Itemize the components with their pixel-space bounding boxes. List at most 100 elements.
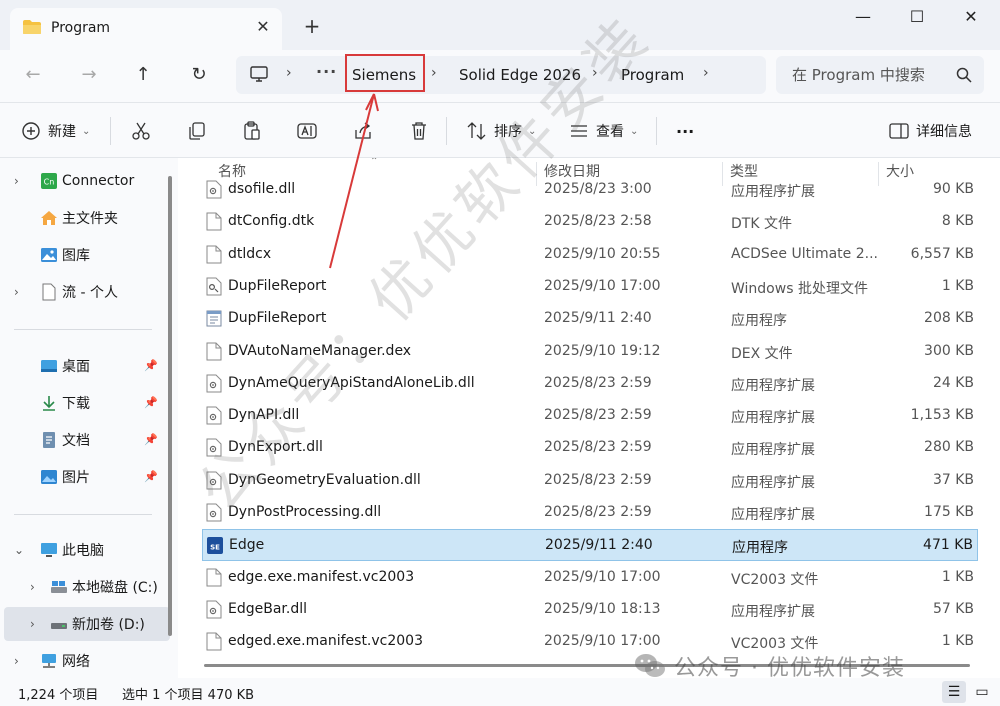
sidebar-item-pictures[interactable]: 图片 📌 bbox=[0, 460, 170, 494]
tab-title: Program bbox=[51, 20, 111, 36]
sidebar-item-downloads[interactable]: 下载 📌 bbox=[0, 386, 170, 420]
chevron-right-icon[interactable]: › bbox=[30, 580, 35, 594]
back-arrow-icon[interactable]: ← bbox=[20, 62, 46, 88]
file-name: EdgeBar.dll bbox=[228, 600, 308, 617]
trash-icon bbox=[412, 122, 426, 140]
tab-close-button[interactable]: ✕ bbox=[254, 18, 272, 36]
search-input[interactable] bbox=[776, 56, 956, 94]
chevron-right-icon[interactable]: › bbox=[703, 65, 709, 81]
file-icon bbox=[206, 632, 222, 651]
file-size: 37 KB bbox=[932, 471, 974, 488]
details-pane-button[interactable]: 详细信息 bbox=[888, 119, 972, 143]
file-row[interactable]: dtldcx 2025/9/10 20:55 ACDSee Ultimate 2..… bbox=[202, 239, 978, 271]
chevron-right-icon[interactable]: › bbox=[14, 654, 19, 668]
file-date: 2025/8/23 2:59 bbox=[544, 471, 652, 488]
sidebar-item-desktop[interactable]: 桌面 📌 bbox=[0, 349, 170, 383]
file-row[interactable]: DupFileReport 2025/9/10 17:00 Windows 批处理文… bbox=[202, 271, 978, 303]
sort-icon bbox=[467, 122, 486, 140]
close-window-button[interactable]: ✕ bbox=[956, 6, 986, 28]
dll-file-icon bbox=[206, 503, 222, 522]
file-row[interactable]: DynExport.dll 2025/8/23 2:59 应用程序扩展 280 KB bbox=[202, 432, 978, 464]
chevron-right-icon[interactable]: › bbox=[592, 65, 598, 81]
gallery-icon bbox=[41, 248, 57, 262]
chevron-down-icon[interactable]: ⌄ bbox=[14, 543, 24, 557]
file-row[interactable]: DupFileReport 2025/9/11 2:40 应用程序 208 KB bbox=[202, 303, 978, 335]
file-size: 1 KB bbox=[941, 633, 974, 650]
file-row[interactable]: DynAPI.dll 2025/8/23 2:59 应用程序扩展 1,153 KB bbox=[202, 400, 978, 432]
pin-icon[interactable]: 📌 bbox=[144, 359, 158, 373]
file-row[interactable]: DynGeometryEvaluation.dll 2025/8/23 2:59 应… bbox=[202, 465, 978, 497]
chevron-right-icon[interactable]: › bbox=[30, 617, 35, 631]
scissors-icon bbox=[132, 122, 150, 140]
rename-button[interactable] bbox=[296, 119, 318, 143]
sidebar-item-label: 桌面 bbox=[62, 359, 90, 375]
file-row[interactable]: DynAmeQueryApiStandAloneLib.dll 2025/8/23… bbox=[202, 368, 978, 400]
chevron-right-icon[interactable]: › bbox=[431, 65, 437, 81]
file-row[interactable]: SE Edge 2025/9/11 2:40 应用程序 471 KB bbox=[202, 529, 978, 562]
new-tab-button[interactable]: + bbox=[302, 16, 322, 37]
file-date: 2025/9/10 17:00 bbox=[544, 633, 661, 650]
minimize-button[interactable]: — bbox=[848, 6, 878, 28]
copy-button[interactable] bbox=[186, 119, 208, 143]
up-arrow-icon[interactable]: ↑ bbox=[130, 62, 156, 88]
file-type: Windows 批处理文件 bbox=[731, 280, 868, 297]
computer-icon bbox=[250, 66, 268, 82]
sidebar-item-documents[interactable]: 文档 📌 bbox=[0, 423, 170, 457]
search-icon[interactable] bbox=[956, 67, 972, 83]
file-row[interactable]: dsofile.dll 2025/8/23 3:00 应用程序扩展 90 KB bbox=[202, 174, 978, 206]
file-type: 应用程序扩展 bbox=[731, 603, 815, 620]
share-button[interactable] bbox=[352, 119, 374, 143]
chevron-right-icon[interactable]: › bbox=[14, 285, 19, 299]
view-button[interactable]: 查看 ⌄ bbox=[568, 119, 638, 143]
more-options-button[interactable]: ··· bbox=[676, 119, 694, 143]
sidebar-item-label: 主文件夹 bbox=[62, 211, 118, 227]
breadcrumb-siemens[interactable]: Siemens bbox=[352, 66, 416, 84]
paste-button[interactable] bbox=[241, 119, 263, 143]
sidebar-item-this-pc[interactable]: ⌄ 此电脑 bbox=[0, 533, 170, 567]
breadcrumb-overflow[interactable]: ··· bbox=[316, 62, 337, 81]
sidebar-item-label: 流 - 个人 bbox=[62, 285, 118, 301]
details-view-icon[interactable]: ☰ bbox=[942, 681, 966, 703]
file-row[interactable]: edge.exe.manifest.vc2003 2025/9/10 17:00 V… bbox=[202, 562, 978, 594]
sidebar-item-drive-c[interactable]: › 本地磁盘 (C:) bbox=[0, 570, 170, 604]
pin-icon[interactable]: 📌 bbox=[144, 396, 158, 410]
sidebar-item-connector[interactable]: › Cn Connector bbox=[0, 164, 170, 198]
breadcrumb-solid-edge[interactable]: Solid Edge 2026 bbox=[459, 66, 581, 84]
pin-icon[interactable]: 📌 bbox=[144, 433, 158, 447]
item-count: 1,224 个项目 bbox=[18, 688, 99, 703]
chevron-right-icon[interactable]: › bbox=[286, 65, 292, 81]
tiles-view-icon[interactable]: ▭ bbox=[970, 681, 994, 703]
refresh-icon[interactable]: ↻ bbox=[186, 62, 212, 88]
file-row[interactable]: DVAutoNameManager.dex 2025/9/10 19:12 DEX … bbox=[202, 336, 978, 368]
delete-button[interactable] bbox=[408, 119, 430, 143]
pin-icon[interactable]: 📌 bbox=[144, 470, 158, 484]
sidebar-item-label: 图库 bbox=[62, 248, 90, 264]
cut-button[interactable] bbox=[130, 119, 152, 143]
file-size: 471 KB bbox=[923, 537, 973, 554]
sidebar-item-stream[interactable]: › 流 - 个人 bbox=[0, 275, 170, 309]
file-row[interactable]: EdgeBar.dll 2025/9/10 18:13 应用程序扩展 57 KB bbox=[202, 594, 978, 626]
file-date: 2025/8/23 2:59 bbox=[544, 439, 652, 456]
forward-arrow-icon[interactable]: → bbox=[76, 62, 102, 88]
breadcrumb-program[interactable]: Program bbox=[621, 66, 684, 84]
sidebar-scrollbar[interactable] bbox=[168, 176, 172, 636]
sidebar-item-network[interactable]: › 网络 bbox=[0, 644, 170, 678]
file-row[interactable]: edged.exe.manifest.vc2003 2025/9/10 17:00… bbox=[202, 626, 978, 658]
file-name: dsofile.dll bbox=[228, 181, 296, 197]
drive-icon bbox=[51, 581, 67, 593]
tab-program[interactable]: Program ✕ bbox=[10, 8, 282, 50]
horizontal-scrollbar[interactable] bbox=[204, 664, 970, 667]
new-button[interactable]: 新建 ⌄ bbox=[20, 119, 90, 143]
sidebar-item-drive-d[interactable]: › 新加卷 (D:) bbox=[4, 607, 170, 641]
sidebar-item-gallery[interactable]: 图库 bbox=[0, 238, 170, 272]
address-bar[interactable]: › ··· Siemens › Solid Edge 2026 › Progra… bbox=[236, 56, 766, 94]
file-row[interactable]: dtConfig.dtk 2025/8/23 2:58 DTK 文件 8 KB bbox=[202, 206, 978, 238]
svg-text:Cn: Cn bbox=[44, 178, 55, 187]
sort-button[interactable]: 排序 ⌄ bbox=[466, 119, 536, 143]
search-box[interactable] bbox=[776, 56, 984, 94]
sidebar-item-home[interactable]: 主文件夹 bbox=[0, 201, 170, 235]
maximize-button[interactable]: ☐ bbox=[902, 6, 932, 28]
chevron-right-icon[interactable]: › bbox=[14, 174, 19, 188]
file-row[interactable]: DynPostProcessing.dll 2025/8/23 2:59 应用程序扩… bbox=[202, 497, 978, 529]
file-icon bbox=[206, 568, 222, 587]
